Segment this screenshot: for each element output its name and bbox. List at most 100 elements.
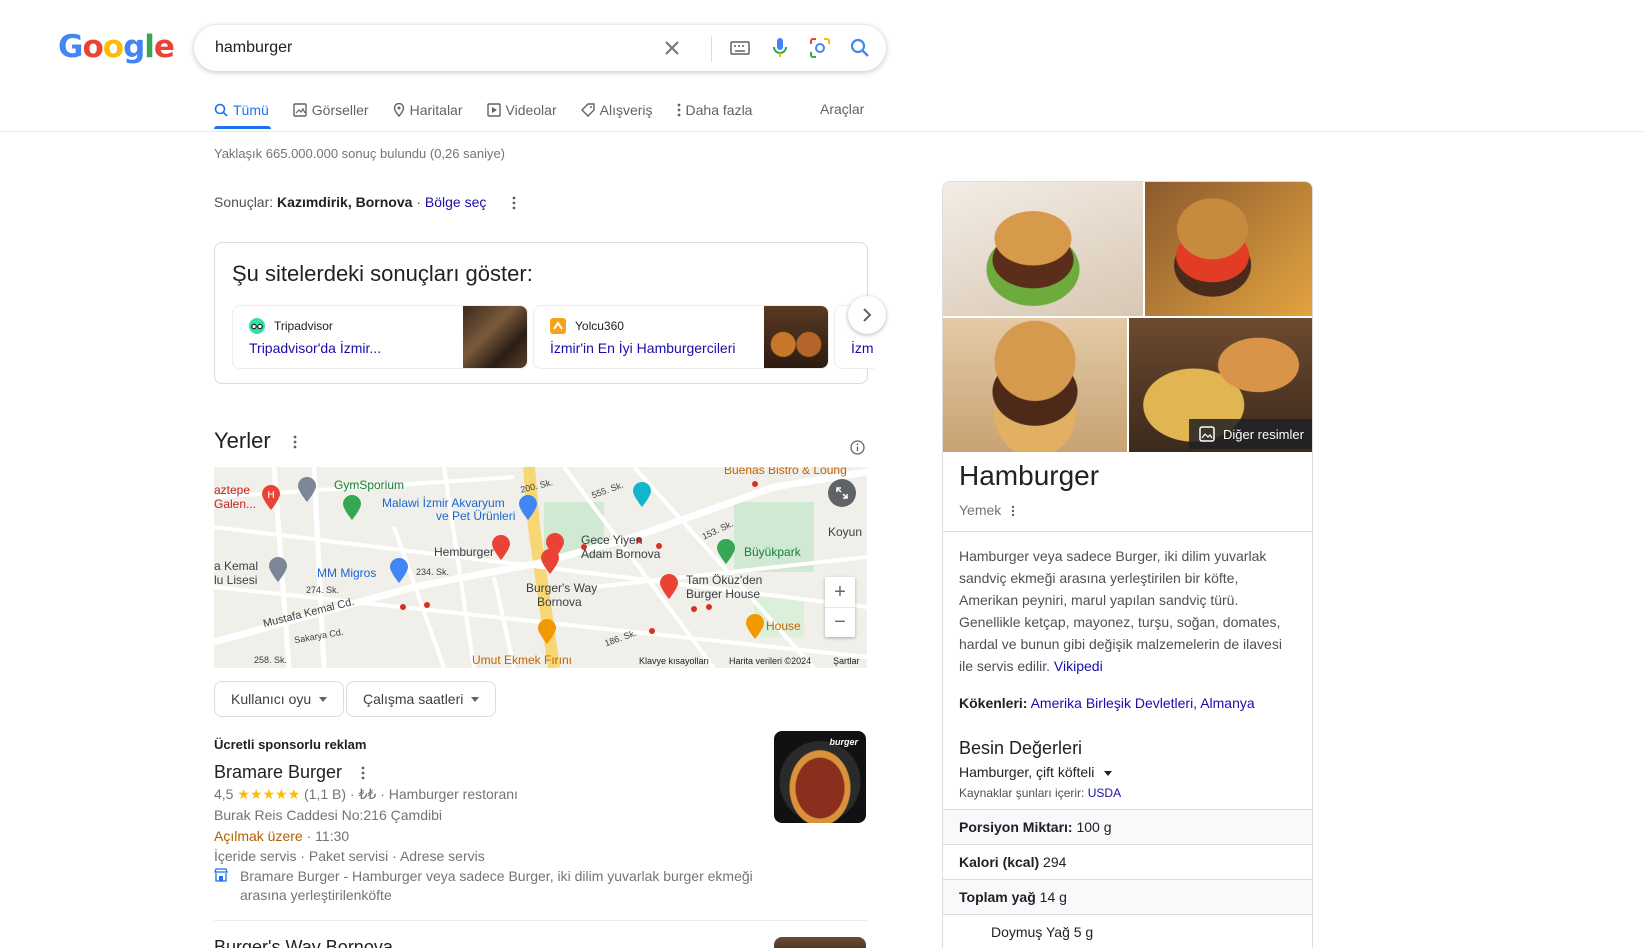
nutrition-row: Kalori (kcal) 294 [943,844,1312,879]
map-label: House [766,619,801,633]
nutrition-label: Doymuş Yağ [991,924,1070,940]
business-thumbnail[interactable] [774,937,866,948]
business-address: Burak Reis Caddesi No:216 Çamdibi [214,807,442,823]
origin-value-link[interactable]: Amerika Birleşik Devletleri, Almanya [1031,695,1255,711]
map-label: 234. Sk. [416,567,450,577]
map-label: a Kemal [214,559,259,573]
places-heading: Yerler [214,428,297,454]
open-time: 11:30 [315,828,350,844]
tab-videos[interactable]: Videolar [486,99,557,121]
site-link[interactable]: Tripadvisor'da İzmir... [249,340,381,356]
site-link[interactable]: İzm [851,340,874,356]
usda-link[interactable]: USDA [1088,786,1121,800]
search-divider [711,36,712,62]
open-status: Açılmak üzere [214,828,303,844]
map-label: Galen... [214,497,257,511]
tab-all[interactable]: Tümü [214,99,269,121]
info-icon[interactable] [850,440,865,455]
map-keyboard-shortcuts[interactable]: Klavye kısayolları [639,656,709,666]
price-level: ₺₺ [358,786,377,802]
more-vert-icon[interactable] [361,766,365,780]
storefront-icon [214,868,228,882]
map-label: aztepe [214,483,251,497]
kp-image[interactable] [943,182,1143,316]
zoom-out-button[interactable]: − [825,607,855,637]
google-logo[interactable]: Google [58,29,175,65]
map-label: Adam Bornova [581,547,661,561]
business-category: Hamburger restoranı [388,786,518,802]
kp-title: Hamburger [959,460,1100,491]
knowledge-panel: Diğer resimler Hamburger Yemek Hamburger… [942,181,1313,948]
image-icon [1199,426,1215,442]
yolcu360-icon [550,318,566,334]
tab-maps[interactable]: Haritalar [393,99,463,121]
search-input[interactable]: hamburger [215,39,292,57]
kp-image[interactable] [1145,182,1312,316]
sites-card: Şu sitelerdeki sonuçları göster: Tripadv… [214,242,874,384]
nutrition-value: 100 g [1076,819,1112,835]
site-chip-tripadvisor[interactable]: Tripadvisor Tripadvisor'da İzmir... [232,305,528,369]
caret-down-icon [1104,770,1113,776]
header-divider [0,131,1644,132]
map-label: Koyun [828,525,863,539]
nutrition-value: 5 g [1073,924,1094,940]
more-images-button[interactable]: Diğer resimler [1189,419,1312,449]
more-vert-icon[interactable] [293,435,297,449]
location-line: Sonuçlar: Kazımdirik, Bornova · Bölge se… [214,194,516,210]
business-name-text[interactable]: Bramare Burger [214,762,342,782]
wikipedia-link[interactable]: Vikipedi [1054,658,1103,674]
expand-map-button[interactable] [828,479,856,507]
tools-button[interactable]: Araçlar [820,101,864,117]
more-vert-icon[interactable] [1011,505,1015,517]
business-thumbnail[interactable]: burger [774,731,866,823]
chevron-right-icon [863,308,872,322]
tab-shopping[interactable]: Alışveriş [580,99,653,121]
image-icon [293,103,307,117]
map-data-credit: Harita verileri ©2024 [729,656,812,666]
nutrition-selector[interactable]: Hamburger, çift köfteli [959,764,1113,780]
places-heading-text: Yerler [214,428,271,453]
kp-origin: Kökenleri: Amerika Birleşik Devletleri, … [959,695,1255,711]
keyboard-icon[interactable] [728,36,752,60]
map-label: ve Pet Ürünleri [436,509,516,523]
tab-images[interactable]: Görseller [293,99,369,121]
zoom-in-button[interactable]: + [825,577,855,607]
filter-rating-button[interactable]: Kullanıcı oyu [214,681,345,717]
filter-hours-button[interactable]: Çalışma saatleri [346,681,497,717]
tab-label: Görseller [311,102,369,118]
microphone-icon[interactable] [768,36,792,60]
kp-description: Hamburger veya sadece Burger, iki dilim … [959,545,1299,677]
business-description: Bramare Burger - Hamburger veya sadece B… [240,868,753,903]
more-vert-icon[interactable] [512,196,516,210]
next-sites-button[interactable] [848,296,886,334]
map-terms[interactable]: Şartlar [833,656,860,666]
choose-region-link[interactable]: Bölge seç [425,194,486,210]
map-pin-icon [393,103,404,117]
search-icon[interactable] [848,36,872,60]
listing-divider [214,920,867,921]
kp-image[interactable] [943,318,1127,452]
clear-icon[interactable] [660,36,684,60]
lens-icon[interactable] [808,36,832,60]
tab-label: Alışveriş [599,102,653,118]
nutrition-heading: Besin Değerleri [959,738,1083,758]
kp-subtitle-text: Yemek [959,502,1002,518]
site-link[interactable]: İzmir'in En İyi Hamburgercileri [550,340,736,356]
nutrition-row: Toplam yağ 14 g [943,879,1312,914]
rating-value: 4,5 [214,786,234,802]
site-chip-yolcu360[interactable]: Yolcu360 İzmir'in En İyi Hamburgercileri [533,305,829,369]
map[interactable]: H aztepe Galen... GymSporium Malawi İzmi… [214,467,867,668]
search-box[interactable]: hamburger [194,25,886,71]
review-count: (1,1 B) [304,786,347,802]
result-stats: Yaklaşık 665.000.000 sonuç bulundu (0,26… [214,146,506,161]
thumbnail-text: burger [829,737,858,747]
business-name[interactable]: Burger's Way Bornova [214,937,393,948]
map-label: Bornova [537,595,582,609]
map-label: Burger's Way [526,581,598,595]
map-label: 274. Sk. [306,585,340,595]
nutrition-row: Doymuş Yağ 5 g [943,914,1312,948]
tab-more[interactable]: Daha fazla [677,99,752,121]
business-name[interactable]: Bramare Burger [214,762,365,783]
active-tab-indicator [214,126,271,129]
kp-description-text: Hamburger veya sadece Burger, iki dilim … [959,548,1282,674]
